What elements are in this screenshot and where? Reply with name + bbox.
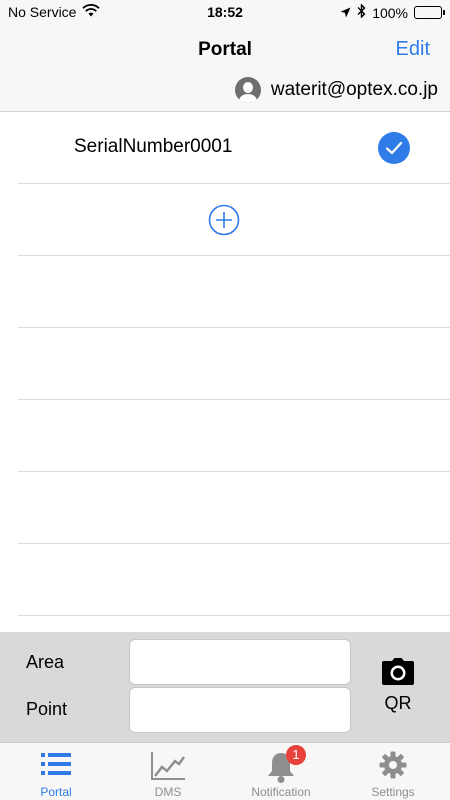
add-row bbox=[18, 184, 450, 256]
qr-button[interactable]: QR bbox=[378, 658, 418, 714]
camera-icon bbox=[381, 658, 415, 690]
list-icon bbox=[41, 751, 71, 781]
checkmark-icon[interactable] bbox=[378, 132, 410, 164]
plus-circle-icon[interactable] bbox=[208, 204, 240, 236]
empty-row bbox=[18, 544, 450, 616]
empty-row bbox=[18, 472, 450, 544]
tab-settings-label: Settings bbox=[371, 785, 415, 799]
qr-label: QR bbox=[384, 693, 412, 713]
tab-dms[interactable]: DMS bbox=[112, 743, 224, 800]
serial-number-label: SerialNumber0001 bbox=[74, 136, 233, 157]
status-bar: No Service 18:52 100% bbox=[0, 0, 450, 24]
area-field[interactable] bbox=[129, 639, 351, 685]
user-row: waterit@optex.co.jp bbox=[0, 74, 450, 112]
nav-bar: Portal Edit bbox=[0, 24, 450, 74]
tab-settings[interactable]: Settings bbox=[337, 743, 449, 800]
notification-badge: 1 bbox=[286, 745, 306, 765]
bluetooth-icon bbox=[357, 3, 366, 21]
point-label: Point bbox=[26, 699, 68, 719]
status-right: 100% bbox=[340, 3, 445, 21]
location-arrow-icon bbox=[340, 5, 351, 21]
page-title: Portal bbox=[198, 39, 252, 60]
user-email: waterit@optex.co.jp bbox=[270, 79, 438, 100]
tab-portal[interactable]: Portal bbox=[0, 743, 112, 800]
list-item[interactable]: SerialNumber0001 bbox=[18, 112, 450, 184]
area-label: Area bbox=[26, 652, 65, 672]
tab-bar: Portal DMS 1 Notification Settings bbox=[0, 742, 450, 800]
tab-portal-label: Portal bbox=[40, 785, 72, 799]
tab-notification[interactable]: 1 Notification bbox=[225, 743, 337, 800]
battery-icon bbox=[414, 6, 445, 19]
empty-row bbox=[18, 328, 450, 400]
empty-row bbox=[18, 256, 450, 328]
area-point-panel: Area Point QR bbox=[0, 632, 450, 742]
device-list: SerialNumber0001 bbox=[0, 112, 450, 616]
chart-icon bbox=[150, 751, 186, 781]
battery-percent: 100% bbox=[372, 4, 408, 21]
tab-notification-label: Notification bbox=[251, 785, 311, 799]
avatar-icon bbox=[234, 77, 261, 103]
empty-row bbox=[18, 400, 450, 472]
gear-icon bbox=[379, 751, 407, 781]
tab-dms-label: DMS bbox=[154, 785, 182, 799]
edit-button[interactable]: Edit bbox=[396, 38, 430, 61]
point-field[interactable] bbox=[129, 687, 351, 733]
